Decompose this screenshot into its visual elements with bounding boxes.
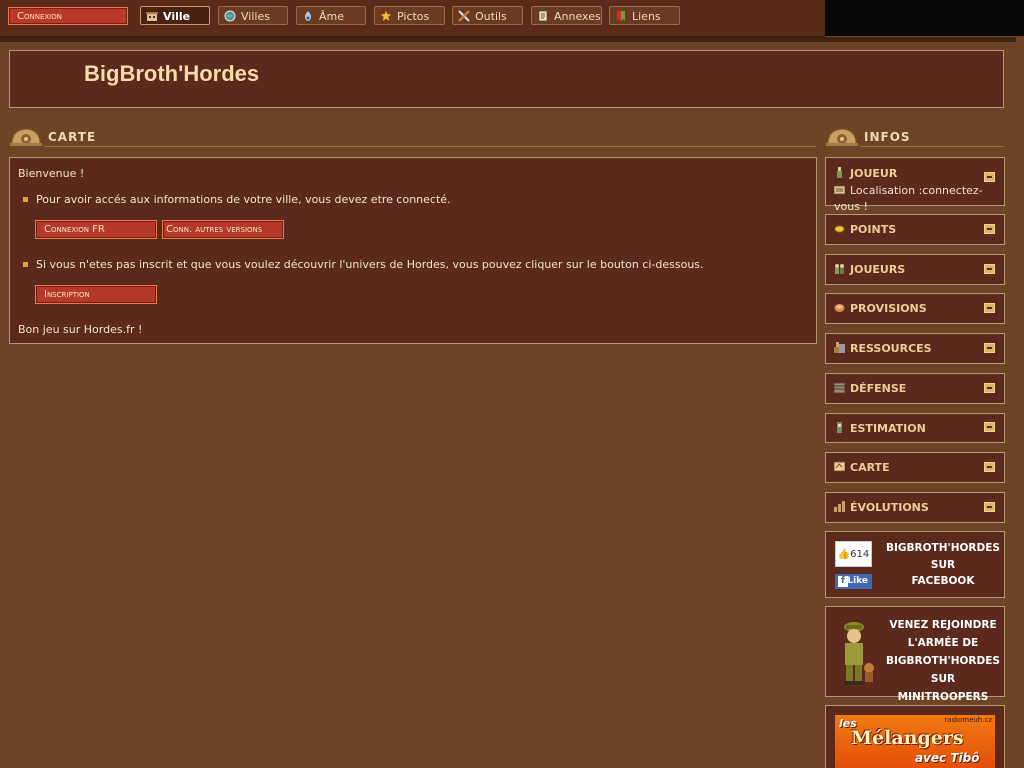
gear-ornament-icon — [10, 126, 42, 146]
tab-ame[interactable]: Âme — [296, 6, 366, 25]
tab-pictos[interactable]: Pictos — [374, 6, 445, 25]
ad-panel[interactable]: radiomeuh.cz les Mélangers avec Tibô — [825, 705, 1005, 768]
top-bar-shadow — [0, 37, 1016, 42]
facebook-like-button[interactable]: f Like — [835, 574, 872, 589]
tab-villes-label: Villes — [241, 10, 270, 23]
goodbye-text: Bon jeu sur Hordes.fr ! — [18, 323, 143, 336]
section-divider — [44, 146, 816, 147]
ad-bottom-text: avec Tibô — [915, 751, 980, 765]
sidebar-section-heading: INFOS — [826, 126, 1006, 148]
location-icon — [833, 184, 846, 195]
tab-liens[interactable]: Liens — [609, 6, 680, 25]
tools-icon — [458, 10, 470, 22]
player-location-text: Localisation :connectez-vous ! — [834, 184, 983, 213]
sidebar-item-ressources[interactable]: RESSOURCES — [825, 333, 1005, 364]
sidebar-item-label: RESSOURCES — [850, 342, 932, 355]
sidebar-item-points[interactable]: POINTS — [825, 214, 1005, 245]
expand-toggle-icon[interactable] — [984, 422, 995, 432]
tab-pictos-label: Pictos — [397, 10, 430, 23]
defense-icon — [833, 382, 846, 394]
ad-title: Mélangers — [851, 727, 964, 749]
player-label: JOUEUR — [850, 167, 898, 180]
sidebar-item-label: ÉVOLUTIONS — [850, 501, 929, 514]
gear-ornament-icon — [826, 126, 858, 146]
welcome-text: Bienvenue ! — [18, 167, 85, 180]
ad-url: radiomeuh.cz — [944, 716, 992, 724]
food-icon — [834, 302, 845, 313]
facebook-panel[interactable]: 👍614 f Like BIGBROTH'HORDES SUR FACEBOOK — [825, 531, 1005, 598]
sidebar-item-estimation[interactable]: ESTIMATION — [825, 413, 1005, 443]
ad-banner[interactable]: radiomeuh.cz les Mélangers avec Tibô — [835, 715, 995, 768]
site-title[interactable]: BigBroth'Hordes — [84, 61, 259, 87]
tab-villes[interactable]: Villes — [218, 6, 288, 25]
expand-toggle-icon[interactable] — [984, 342, 995, 353]
player-header[interactable]: JOUEUR — [834, 166, 897, 182]
expand-toggle-icon[interactable] — [984, 382, 995, 393]
site-header: BigBroth'Hordes — [9, 50, 1004, 108]
connect-info-text: Pour avoir accés aux informations de vot… — [19, 193, 451, 206]
expand-toggle-icon[interactable] — [984, 223, 995, 234]
document-icon — [537, 10, 549, 22]
inscription-button[interactable]: Inscription — [35, 285, 157, 304]
sidebar-item-joueurs[interactable]: JOUEURS — [825, 254, 1005, 285]
estimation-icon — [834, 422, 845, 433]
player-panel: JOUEUR Localisation :connectez-vous ! — [825, 157, 1005, 213]
sidebar-item-label: POINTS — [850, 223, 897, 236]
section-title: CARTE — [48, 130, 97, 144]
sidebar-divider — [860, 146, 1004, 147]
sidebar-item-provisions[interactable]: PROVISIONS — [825, 293, 1005, 324]
star-icon — [379, 9, 393, 23]
top-bar-filler — [825, 0, 1024, 36]
thumbs-up-icon: 👍 — [837, 549, 851, 560]
globe-icon — [224, 10, 236, 22]
evolution-icon — [834, 501, 845, 512]
tab-annexes[interactable]: Annexes — [531, 6, 602, 25]
sidebar-item-defense[interactable]: DÉFENSE — [825, 373, 1005, 404]
tab-ame-label: Âme — [319, 10, 345, 23]
player-toggle-icon[interactable] — [984, 172, 995, 182]
sidebar-item-evolutions[interactable]: ÉVOLUTIONS — [825, 492, 1005, 523]
expand-toggle-icon[interactable] — [984, 302, 995, 313]
players-icon — [834, 263, 845, 274]
tab-ville[interactable]: Ville — [140, 6, 210, 25]
tab-ville-label: Ville — [163, 10, 191, 23]
expand-toggle-icon[interactable] — [984, 501, 995, 512]
sidebar-item-carte[interactable]: CARTE — [825, 452, 1005, 483]
player-location: Localisation :connectez-vous ! — [833, 183, 1004, 213]
soldier-icon — [836, 616, 878, 691]
tab-outils-label: Outils — [475, 10, 507, 23]
sidebar-title: INFOS — [864, 130, 911, 144]
tab-outils[interactable]: Outils — [452, 6, 523, 25]
expand-toggle-icon[interactable] — [984, 461, 995, 472]
facebook-icon: f — [838, 576, 848, 587]
bookmark-icon — [615, 10, 627, 22]
register-info-text: Si vous n'etes pas inscrit et que vous v… — [19, 258, 704, 271]
map-icon — [833, 461, 846, 472]
tab-liens-label: Liens — [632, 10, 661, 23]
main-section-heading: CARTE — [10, 126, 816, 148]
minitroopers-promo-text[interactable]: VENEZ REJOINDRE L'ARMÉE DE BIGBROTH'HORD… — [886, 616, 1000, 706]
tab-annexes-label: Annexes — [554, 10, 601, 23]
sidebar-item-label: PROVISIONS — [850, 302, 927, 315]
expand-toggle-icon[interactable] — [984, 263, 995, 274]
connexion-fr-button[interactable]: Connexion FR — [35, 220, 157, 239]
town-icon — [146, 10, 158, 22]
other-versions-button[interactable]: Conn. autres versions — [162, 220, 284, 239]
resources-icon — [834, 342, 845, 353]
main-content-panel: Bienvenue ! Pour avoir accés aux informa… — [9, 157, 817, 344]
sidebar-item-label: ESTIMATION — [850, 422, 926, 435]
sidebar-item-label: DÉFENSE — [850, 382, 907, 395]
sidebar-item-label: CARTE — [850, 461, 890, 474]
soul-icon — [302, 10, 314, 22]
facebook-promo-text[interactable]: BIGBROTH'HORDES SUR FACEBOOK — [886, 540, 1000, 590]
coin-icon — [834, 223, 845, 234]
player-icon — [834, 167, 845, 178]
sidebar-item-label: JOUEURS — [850, 263, 906, 276]
minitroopers-panel[interactable]: VENEZ REJOINDRE L'ARMÉE DE BIGBROTH'HORD… — [825, 606, 1005, 703]
connexion-button[interactable]: Connexion — [8, 7, 128, 25]
facebook-like-count: 👍614 — [835, 541, 872, 567]
